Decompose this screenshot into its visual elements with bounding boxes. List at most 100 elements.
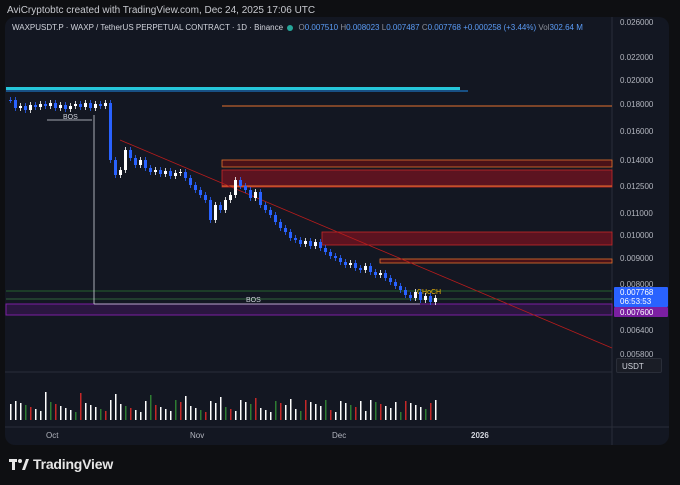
volume-bar xyxy=(140,412,142,420)
volume-series xyxy=(10,392,437,420)
price-tick: 0.020000 xyxy=(620,76,654,85)
tradingview-logo[interactable]: TradingView xyxy=(9,455,113,473)
volume-bar xyxy=(305,400,307,420)
candle-body xyxy=(159,170,162,174)
volume-bar xyxy=(80,393,82,420)
volume-bar xyxy=(330,410,332,420)
candle-body xyxy=(334,256,337,258)
candle-body xyxy=(89,103,92,108)
candle-body xyxy=(344,262,347,265)
volume-bar xyxy=(45,392,47,420)
candle-body xyxy=(389,278,392,282)
volume-bar xyxy=(355,407,357,420)
price-tick: 0.016000 xyxy=(620,127,654,136)
volume-bar xyxy=(360,401,362,420)
resistance-zone-3[interactable] xyxy=(321,231,613,246)
candle-body xyxy=(279,222,282,228)
candle-body xyxy=(204,195,207,200)
volume-bar xyxy=(310,402,312,420)
bos-bottom-label: BOS xyxy=(246,297,261,304)
teal-resistance-line[interactable] xyxy=(6,87,460,90)
volume-bar xyxy=(205,412,207,420)
candle-body xyxy=(414,292,417,298)
volume-bar xyxy=(30,407,32,420)
candle-body xyxy=(39,104,42,107)
candle-body xyxy=(329,252,332,256)
candle-body xyxy=(234,180,237,195)
candle-body xyxy=(109,103,112,160)
volume-bar xyxy=(160,407,162,420)
candle-body xyxy=(269,210,272,215)
volume-bar xyxy=(315,404,317,420)
volume-bar xyxy=(240,400,242,420)
candle-body xyxy=(319,242,322,248)
volume-bar xyxy=(335,412,337,420)
candle-body xyxy=(349,263,352,265)
volume-bar xyxy=(70,410,72,420)
countdown-label: 06:53:53 xyxy=(620,297,652,306)
candle-body xyxy=(119,170,122,175)
candle-body xyxy=(274,215,277,222)
resistance-zone-1[interactable] xyxy=(221,159,613,168)
volume-bar xyxy=(60,406,62,420)
candle-body xyxy=(249,190,252,198)
volume-bar xyxy=(215,403,217,420)
candle-body xyxy=(99,104,102,106)
volume-bar xyxy=(210,401,212,420)
candle-body xyxy=(144,160,147,168)
candle-body xyxy=(69,106,72,109)
candle-body xyxy=(219,205,222,210)
volume-bar xyxy=(400,412,402,420)
resistance-zone-4[interactable] xyxy=(379,258,613,264)
volume-bar xyxy=(115,394,117,420)
support-price-label: 0.007600 xyxy=(620,308,654,317)
candle-body xyxy=(149,168,152,172)
volume-bar xyxy=(105,411,107,420)
volume-bar xyxy=(280,403,282,420)
volume-bar xyxy=(285,405,287,420)
candle-body xyxy=(214,205,217,220)
volume-bar xyxy=(100,409,102,420)
volume-bar xyxy=(275,401,277,420)
volume-bar xyxy=(90,405,92,420)
candle-body xyxy=(384,273,387,278)
candle-body xyxy=(49,103,52,106)
volume-bar xyxy=(270,412,272,420)
volume-bar xyxy=(350,405,352,420)
candle-body xyxy=(169,171,172,176)
volume-bar xyxy=(290,399,292,420)
volume-bar xyxy=(325,400,327,420)
currency-selector[interactable]: USDT xyxy=(616,358,662,373)
candle-body xyxy=(54,103,57,108)
candle-body xyxy=(264,205,267,210)
volume-bar xyxy=(175,400,177,420)
candle-body xyxy=(199,190,202,195)
resistance-zone-2[interactable] xyxy=(221,169,613,188)
volume-bar xyxy=(235,411,237,420)
price-tick: 0.011000 xyxy=(620,209,653,218)
volume-bar xyxy=(430,403,432,420)
time-tick-nov: Nov xyxy=(190,431,204,440)
time-tick-dec: Dec xyxy=(332,431,346,440)
candle-body xyxy=(404,290,407,295)
price-tick: 0.012500 xyxy=(620,182,654,191)
candle-body xyxy=(179,172,182,173)
volume-bar xyxy=(40,411,42,420)
volume-bar xyxy=(170,411,172,420)
volume-bar xyxy=(345,403,347,420)
volume-bar xyxy=(200,410,202,420)
candle-body xyxy=(139,160,142,165)
candle-body xyxy=(189,178,192,185)
volume-bar xyxy=(245,402,247,420)
candlestick-series xyxy=(9,97,437,305)
chart-canvas[interactable]: BOS BOS CHoCH 0.0260000.0220000.0200000.… xyxy=(0,0,680,485)
volume-bar xyxy=(190,406,192,420)
candle-body xyxy=(164,171,167,174)
tradingview-logo-icon xyxy=(9,457,29,471)
candle-body xyxy=(339,258,342,262)
candle-body xyxy=(429,296,432,302)
volume-bar xyxy=(20,403,22,420)
candle-body xyxy=(399,286,402,290)
brand-name: TradingView xyxy=(33,456,114,472)
volume-bar xyxy=(260,408,262,420)
